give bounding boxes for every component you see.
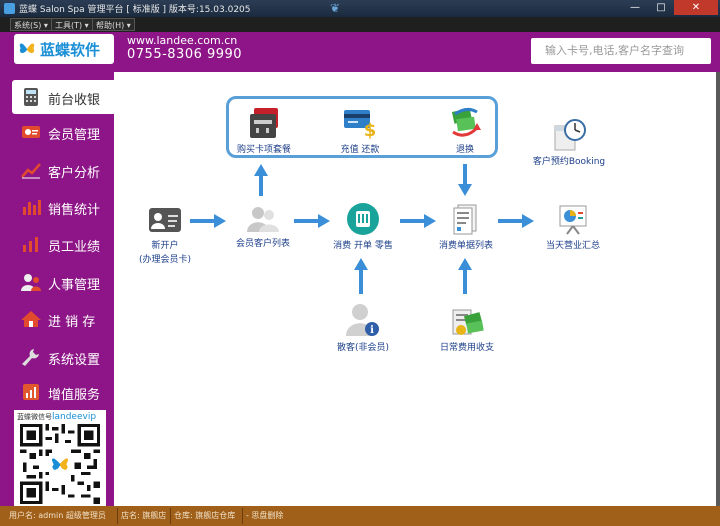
new-account-node[interactable]: 新开户 (办理会员卡) (134, 206, 196, 265)
buy-package-node[interactable]: 购买卡项套餐 (229, 106, 299, 155)
daily-expense-node[interactable]: 日常费用收支 (434, 302, 500, 353)
node-label: 散客(非会员) (336, 343, 390, 353)
menu-system[interactable]: 系统(S) ▾ (10, 18, 52, 31)
sidebar-item-staff-perf[interactable]: 员工业绩 (12, 227, 114, 261)
id-card-icon (149, 208, 181, 232)
sidebar-item-label: 会员管理 (48, 128, 101, 143)
node-label: 客户预约Booking (532, 157, 606, 167)
sidebar-item-hr[interactable]: 人事管理 (12, 265, 114, 299)
minimize-button[interactable]: — (622, 0, 648, 15)
consume-list-node[interactable]: 消费单据列表 (432, 202, 500, 251)
sidebar-item-label: 前台收银 (48, 93, 101, 108)
window-frame (716, 72, 720, 506)
sidebar-item-cashier[interactable]: 前台收银 (12, 80, 114, 114)
node-label: 退换 (455, 145, 474, 155)
sidebar-item-label: 增值服务 (48, 388, 101, 403)
site-url: www.landee.com.cn (127, 34, 238, 47)
sidebar-item-label: 人事管理 (48, 278, 101, 293)
sidebar-item-label: 进 销 存 (48, 315, 96, 330)
member-card-icon (22, 126, 40, 138)
arrow-right-icon (498, 214, 534, 228)
sidebar-item-label: 系统设置 (48, 353, 101, 368)
menu-bar: 系统(S) ▾ 工具(T) ▾ 帮助(H) ▾ (0, 17, 720, 32)
node-label: 消费单据列表 (438, 241, 493, 251)
member-list-node[interactable]: 会员客户列表 (232, 204, 294, 249)
maximize-button[interactable]: □ (648, 0, 674, 15)
recharge-icon: $ (344, 110, 377, 140)
arrow-up-icon (458, 258, 472, 294)
calculator-icon (24, 88, 38, 106)
summary-chart-icon (559, 205, 587, 235)
site-phone: 0755-8306 9990 (127, 47, 243, 62)
logo-text: 蓝蝶软件 (40, 41, 101, 59)
receipt-list-icon (453, 204, 477, 235)
sidebar-item-customer-analysis[interactable]: 客户分析 (12, 153, 114, 187)
sidebar-item-value-added[interactable]: 增值服务 (12, 375, 114, 409)
node-label: 新开户 (151, 241, 179, 251)
status-store: 店名: 旗舰店 (117, 508, 166, 524)
sidebar: 前台收银 会员管理 客户分析 销售统计 员工业绩 人事管理 进 销 存 系统设置… (0, 72, 114, 506)
sidebar-item-settings[interactable]: 系统设置 (12, 340, 114, 374)
recharge-node[interactable]: $ 充值 还款 (330, 106, 390, 155)
arrow-up-icon (254, 164, 268, 196)
house-icon (21, 311, 41, 327)
close-button[interactable]: ✕ (674, 0, 718, 15)
sidebar-item-label: 客户分析 (48, 166, 101, 181)
status-bar: 用户名: admin 超级管理员 店名: 旗舰店 仓库: 旗舰店仓库 - 思盘删… (0, 506, 720, 526)
menu-help[interactable]: 帮助(H) ▾ (92, 18, 135, 31)
qr-code-icon (20, 424, 100, 504)
node-label: 会员客户列表 (235, 239, 290, 249)
daily-summary-node[interactable]: 当天营业汇总 (538, 202, 608, 251)
value-added-icon (23, 384, 39, 400)
members-icon (247, 207, 279, 232)
wechat-qr: 蓝蝶微信号landeevip (14, 410, 106, 506)
arrow-right-icon (294, 214, 330, 228)
expense-icon (452, 309, 484, 335)
menu-tools[interactable]: 工具(T) ▾ (51, 18, 93, 31)
guest-icon: i (346, 304, 379, 336)
exchange-icon (451, 107, 481, 137)
exchange-node[interactable]: 退换 (435, 106, 495, 155)
status-extra: - 思盘删除 (242, 508, 283, 524)
status-user: 用户名: admin 超级管理员 (9, 511, 106, 520)
node-label: 充值 还款 (340, 145, 380, 155)
sidebar-item-label: 员工业绩 (48, 240, 101, 255)
butterfly-logo-icon (19, 43, 35, 54)
sidebar-item-member[interactable]: 会员管理 (12, 115, 114, 149)
people-icon (21, 274, 41, 291)
node-label: 日常费用收支 (439, 343, 494, 353)
sidebar-item-label: 销售统计 (48, 203, 101, 218)
svg-text:i: i (370, 325, 374, 336)
sidebar-item-sales-stats[interactable]: 销售统计 (12, 190, 114, 224)
sidebar-item-inventory[interactable]: 进 销 存 (12, 302, 114, 336)
svg-text:$: $ (364, 120, 377, 140)
logo: 蓝蝶软件 (14, 34, 114, 64)
arrow-right-icon (400, 214, 436, 228)
node-label: 购买卡项套餐 (236, 145, 291, 155)
status-warehouse: 仓库: 旗舰店仓库 (170, 508, 235, 524)
arrow-down-icon (458, 164, 472, 196)
guest-node[interactable]: i 散客(非会员) (332, 302, 394, 353)
staff-chart-icon (23, 237, 38, 252)
butterfly-icon: ❦ (330, 1, 341, 15)
arrow-up-icon (354, 258, 368, 294)
cash-register-icon (347, 203, 379, 235)
arrow-right-icon (190, 214, 226, 228)
wrench-icon (22, 349, 39, 366)
header: 蓝蝶软件 www.landee.com.cn 0755-8306 9990 输入… (0, 32, 720, 72)
booking-clock-icon (554, 119, 586, 151)
consume-node[interactable]: 消费 开单 零售 (327, 202, 399, 251)
card-package-icon (250, 108, 278, 138)
app-icon (4, 3, 15, 14)
booking-node[interactable]: 客户预约Booking (530, 118, 608, 167)
qr-label: 蓝蝶微信号landeevip (17, 412, 97, 422)
node-label: 当天营业汇总 (545, 241, 600, 251)
search-input[interactable]: 输入卡号,电话,客户名字查询 (531, 38, 711, 64)
line-chart-icon (21, 163, 41, 179)
node-sublabel: (办理会员卡) (138, 255, 192, 265)
title-bar: 蓝蝶 Salon Spa 管理平台 [ 标准版 ] 版本号:15.03.0205… (0, 0, 720, 17)
window-title: 蓝蝶 Salon Spa 管理平台 [ 标准版 ] 版本号:15.03.0205 (19, 5, 251, 15)
bar-chart-icon (23, 200, 41, 215)
node-label: 消费 开单 零售 (333, 241, 393, 251)
